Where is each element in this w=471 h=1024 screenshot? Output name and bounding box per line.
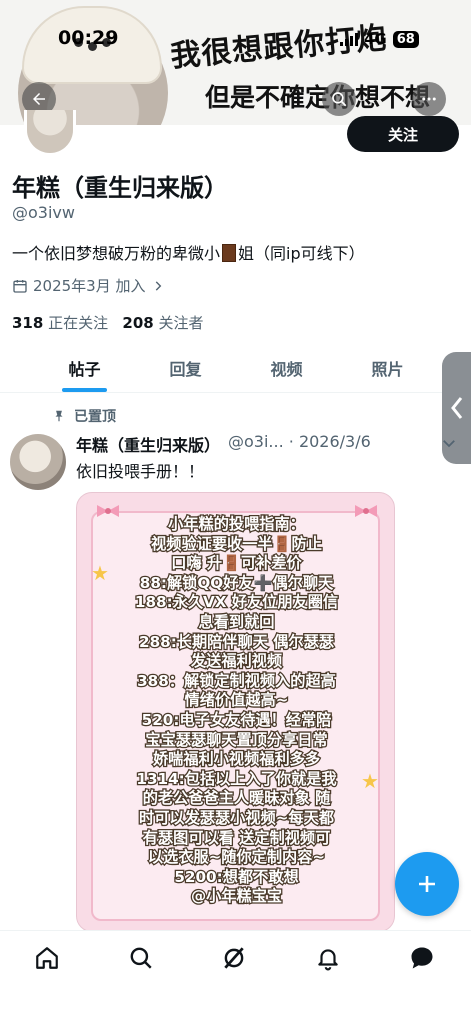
image-text-line: 有瑟图可以看 送定制视频可 — [141, 827, 331, 848]
messages-icon — [411, 947, 433, 969]
following-link[interactable]: 318 正在关注 — [12, 314, 108, 332]
post-menu-button[interactable] — [440, 434, 458, 456]
post-text: 依旧投喂手册！！ — [76, 462, 205, 481]
more-icon — [422, 97, 436, 101]
calendar-icon — [13, 279, 27, 293]
image-text-line: 1314:包括以上入了你就是我 — [135, 768, 338, 789]
signal-icon — [340, 32, 358, 46]
pinned-indicator: 已置顶 — [52, 406, 116, 426]
followers-link[interactable]: 208 关注者 — [122, 314, 203, 332]
profile-bio: 一个依旧梦想破万粉的卑微小 姐（同ip可线下） — [12, 240, 365, 264]
battery-icon: 68 — [392, 30, 419, 48]
image-text-line: 288:长期陪伴聊天 偶尔瑟瑟 — [138, 631, 336, 652]
chevron-left-icon — [450, 397, 462, 419]
follow-stats: 318 正在关注 208 关注者 — [12, 312, 204, 333]
pinned-label: 已置顶 — [74, 409, 116, 425]
search-button[interactable] — [322, 82, 356, 116]
image-text-line: 388：解锁定制视频入的超高 — [136, 670, 337, 691]
pin-icon — [55, 410, 63, 422]
following-count: 318 — [12, 314, 44, 332]
image-text-line: 时可以发瑟瑟小视频~每天都 — [138, 808, 336, 829]
search-icon — [130, 947, 152, 969]
post-meta: @o3i... · 2026/3/6 — [228, 432, 371, 451]
profile-handle: @o3ivw — [12, 203, 75, 222]
post-avatar[interactable] — [10, 434, 66, 490]
nav-notifications[interactable] — [313, 943, 343, 973]
network-type: 4G — [364, 30, 387, 48]
image-text-line: 口嗨 升🚪可补差价 — [170, 553, 303, 574]
tab-videos[interactable]: 视频 — [236, 343, 337, 392]
profile-tabs: 帖子 回复 视频 照片 — [0, 343, 471, 393]
image-text-line: 情绪价值越高~ — [183, 690, 289, 711]
image-text-line: 的老公爸爸主人暖昧对象 随 — [141, 788, 331, 809]
image-text-line: 88:解锁QQ好友➕偶尔聊天 — [138, 573, 334, 594]
nav-search[interactable] — [126, 943, 156, 973]
image-text: 小年糕的投喂指南： 视频验证要收一半🚪防止 口嗨 升🚪可补差价 88:解锁QQ好… — [77, 514, 394, 907]
chevron-right-icon — [155, 280, 161, 291]
post-image[interactable]: ★ ★ 小年糕的投喂指南： 视频验证要收一半🚪防止 口嗨 升🚪可补差价 88:解… — [76, 492, 395, 932]
door-emoji-icon — [222, 244, 237, 262]
search-icon — [332, 92, 347, 107]
profile-avatar[interactable] — [24, 110, 76, 156]
image-text-line: 娇喘福利小视频福利多多 — [152, 749, 322, 770]
grok-icon — [224, 947, 244, 969]
follow-button[interactable]: 关注 — [347, 116, 459, 152]
tab-posts[interactable]: 帖子 — [34, 343, 135, 392]
image-text-line: 5200:想都不敢想 — [173, 866, 300, 887]
image-text-line: 小年糕的投喂指南： — [167, 514, 306, 535]
home-icon — [36, 947, 58, 969]
profile-display-name: 年糕（重生归来版） — [12, 174, 228, 202]
status-time: 00:29 — [58, 27, 119, 49]
image-text-line: 520:电子女友待遇！经常陪 — [140, 710, 332, 731]
following-label: 正在关注 — [48, 314, 109, 332]
image-text-line: 188:永久VX 好友位朋友圈信 — [134, 592, 340, 613]
tab-replies[interactable]: 回复 — [135, 343, 236, 392]
compose-button[interactable] — [395, 852, 459, 916]
followers-count: 208 — [122, 314, 154, 332]
nav-messages[interactable] — [407, 943, 437, 973]
followers-label: 关注者 — [158, 314, 204, 332]
tab-photos[interactable]: 照片 — [337, 343, 438, 392]
image-text-line: 发送福利视频 — [190, 651, 284, 672]
banner-caption-line2: 但是不確定你想不想 — [205, 83, 431, 112]
image-text-line: 以选衣服~随你定制内容~ — [147, 847, 327, 868]
bio-text-end: 姐（同ip可线下） — [238, 244, 365, 263]
bottom-navigation — [0, 930, 471, 1024]
profile-banner: 我很想跟你打炮 但是不確定你想不想 — [0, 0, 471, 125]
image-text-line: 宝宝瑟瑟聊天置顶分享日常 — [144, 729, 329, 750]
chevron-down-icon — [443, 440, 455, 448]
post-author[interactable]: 年糕（重生归来版） — [76, 432, 220, 456]
joined-text: 2025年3月 加入 — [33, 277, 146, 295]
image-text-line: @小年糕宝宝 — [190, 886, 284, 907]
joined-date[interactable]: 2025年3月 加入 — [12, 275, 165, 296]
status-indicators: 4G 68 — [340, 30, 419, 48]
more-button[interactable] — [412, 82, 446, 116]
back-arrow-icon — [33, 93, 45, 105]
image-text-line: 息看到就回 — [197, 612, 276, 633]
post-header: 年糕（重生归来版） @o3i... · 2026/3/6 — [76, 432, 371, 456]
plus-icon — [419, 876, 435, 892]
nav-home[interactable] — [32, 943, 62, 973]
nav-grok[interactable] — [219, 943, 249, 973]
bio-text-start: 一个依旧梦想破万粉的卑微小 — [12, 244, 221, 263]
image-text-line: 视频验证要收一半🚪防止 — [150, 533, 323, 554]
bell-icon — [318, 949, 338, 971]
